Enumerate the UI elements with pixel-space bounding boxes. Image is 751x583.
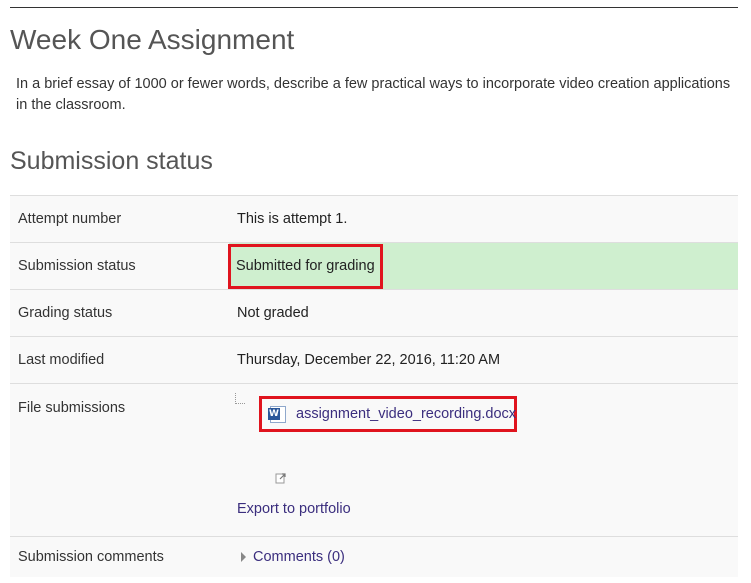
grading-status-label: Grading status	[10, 290, 229, 336]
submission-status-table: Attempt number This is attempt 1. Submis…	[10, 195, 738, 577]
file-submissions-cell: W assignment_video_recording.docx Export…	[229, 384, 738, 536]
last-modified-value: Thursday, December 22, 2016, 11:20 AM	[229, 337, 738, 383]
assignment-description: In a brief essay of 1000 or fewer words,…	[16, 76, 731, 113]
submission-comments-cell: Comments (0)	[229, 537, 738, 577]
attempt-label: Attempt number	[10, 196, 229, 242]
submission-comments-label: Submission comments	[10, 537, 229, 577]
submission-status-row: Submission status Submitted for grading	[10, 243, 738, 290]
last-modified-label: Last modified	[10, 337, 229, 383]
expand-caret-icon[interactable]	[241, 552, 246, 562]
submission-status-label: Submission status	[10, 243, 229, 289]
word-doc-icon: W	[268, 405, 286, 423]
file-entry: W assignment_video_recording.docx	[259, 396, 517, 432]
file-link[interactable]: assignment_video_recording.docx	[296, 406, 516, 422]
last-modified-row: Last modified Thursday, December 22, 201…	[10, 337, 738, 384]
submission-comments-row: Submission comments Comments (0)	[10, 537, 738, 577]
comments-link[interactable]: Comments (0)	[253, 549, 345, 565]
attempt-row: Attempt number This is attempt 1.	[10, 196, 738, 243]
file-tree-connector	[235, 393, 245, 404]
grading-status-row: Grading status Not graded	[10, 290, 738, 337]
grading-status-value: Not graded	[229, 290, 738, 336]
submission-status-heading: Submission status	[10, 147, 213, 175]
page-title: Week One Assignment	[10, 24, 295, 55]
file-submissions-label: File submissions	[10, 384, 229, 536]
file-submissions-row: File submissions W assignment_video_reco…	[10, 384, 738, 537]
submission-status-value: Submitted for grading	[228, 243, 383, 289]
portfolio-export-icon[interactable]	[275, 472, 287, 484]
export-to-portfolio-link[interactable]: Export to portfolio	[237, 501, 351, 517]
submission-status-cell: Submitted for grading	[228, 243, 738, 289]
top-divider	[10, 7, 738, 8]
attempt-value: This is attempt 1.	[229, 196, 738, 242]
